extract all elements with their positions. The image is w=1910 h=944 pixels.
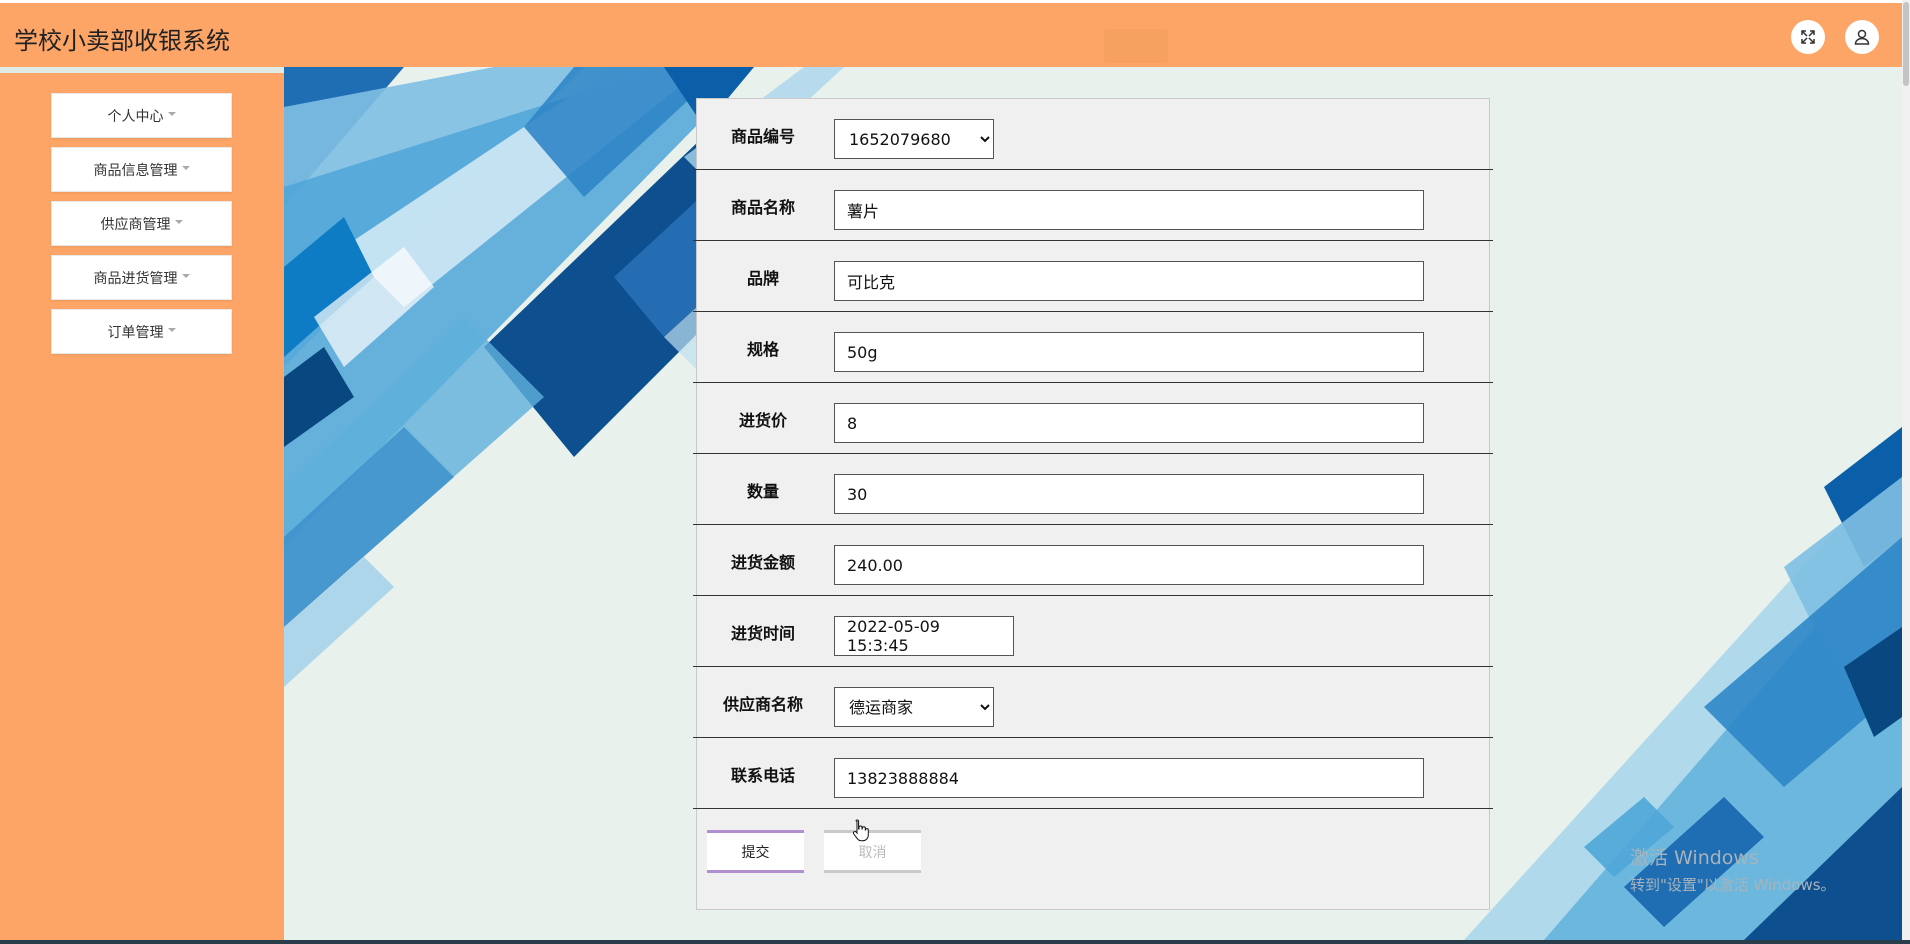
page-scrollbar[interactable] (1902, 0, 1910, 944)
label-quantity: 数量 (746, 481, 779, 501)
form-row-spec: 规格 50g (693, 312, 1493, 383)
label-purchase-time: 进货时间 (730, 623, 795, 643)
sidebar-item-orders[interactable]: 订单管理 (51, 309, 232, 354)
windows-activation-watermark: 激活 Windows 转到"设置"以激活 Windows。 (1630, 843, 1836, 895)
fullscreen-button[interactable] (1791, 20, 1825, 54)
user-icon (1854, 29, 1870, 45)
supplier-name-select[interactable]: 德运商家 (834, 687, 994, 727)
taskbar-edge (0, 940, 1910, 944)
form-row-purchase-time: 进货时间 2022-05-09 15:3:45 (693, 596, 1493, 667)
caret-down-icon (174, 219, 183, 224)
sidebar-item-product-info[interactable]: 商品信息管理 (51, 147, 232, 192)
form-row-quantity: 数量 30 (693, 454, 1493, 525)
contact-phone-input[interactable]: 13823888884 (834, 758, 1424, 798)
label-product-name: 商品名称 (730, 197, 795, 217)
form-row-supplier-name: 供应商名称 德运商家 (693, 667, 1493, 738)
app-title: 学校小卖部收银系统 (14, 27, 230, 55)
sidebar-item-label: 订单管理 (107, 324, 164, 341)
purchase-amount-input[interactable]: 240.00 (834, 545, 1424, 585)
caret-down-icon (181, 165, 190, 170)
form-row-purchase-amount: 进货金额 240.00 (693, 525, 1493, 596)
header-ghost-block (1104, 29, 1168, 63)
form-row-contact-phone: 联系电话 13823888884 (693, 738, 1493, 809)
purchase-form: 商品编号 1652079680 商品名称 薯片 品牌 可比克 规格 50g 进货… (693, 98, 1493, 910)
sidebar-item-purchase[interactable]: 商品进货管理 (51, 255, 232, 300)
label-purchase-price: 进货价 (738, 410, 787, 430)
product-name-input[interactable]: 薯片 (834, 190, 1424, 230)
caret-down-icon (167, 111, 176, 116)
sidebar-item-label: 个人中心 (107, 108, 164, 125)
quantity-input[interactable]: 30 (834, 474, 1424, 514)
purchase-time-input[interactable]: 2022-05-09 15:3:45 (834, 616, 1014, 656)
cancel-button[interactable]: 取消 (824, 830, 921, 873)
label-contact-phone: 联系电话 (730, 765, 795, 785)
sidebar: 个人中心 商品信息管理 供应商管理 商品进货管理 订单管理 (0, 67, 284, 944)
submit-button[interactable]: 提交 (707, 830, 804, 873)
sidebar-item-label: 商品信息管理 (93, 162, 178, 179)
form-row-product-name: 商品名称 薯片 (693, 170, 1493, 241)
caret-down-icon (181, 273, 190, 278)
caret-down-icon (167, 327, 176, 332)
scrollbar-thumb[interactable] (1903, 2, 1909, 86)
label-spec: 规格 (746, 339, 779, 359)
brand-input[interactable]: 可比克 (834, 261, 1424, 301)
hand-cursor-icon (852, 819, 869, 842)
sidebar-item-supplier[interactable]: 供应商管理 (51, 201, 232, 246)
expand-icon (1801, 30, 1815, 44)
watermark-line-2: 转到"设置"以激活 Windows。 (1630, 876, 1836, 894)
form-row-brand: 品牌 可比克 (693, 241, 1493, 312)
label-purchase-amount: 进货金额 (730, 552, 795, 572)
spec-input[interactable]: 50g (834, 332, 1424, 372)
sidebar-item-personal-center[interactable]: 个人中心 (51, 93, 232, 138)
sidebar-item-label: 供应商管理 (100, 216, 171, 233)
user-button[interactable] (1845, 20, 1879, 54)
top-header: 学校小卖部收银系统 (0, 0, 1910, 67)
purchase-price-input[interactable]: 8 (834, 403, 1424, 443)
label-product-code: 商品编号 (730, 126, 795, 146)
label-brand: 品牌 (746, 268, 779, 288)
sidebar-item-label: 商品进货管理 (93, 270, 178, 287)
form-row-purchase-price: 进货价 8 (693, 383, 1493, 454)
form-row-product-code: 商品编号 1652079680 (693, 99, 1493, 170)
label-supplier-name: 供应商名称 (722, 694, 803, 714)
product-code-select[interactable]: 1652079680 (834, 119, 994, 159)
watermark-line-1: 激活 Windows (1630, 847, 1759, 869)
